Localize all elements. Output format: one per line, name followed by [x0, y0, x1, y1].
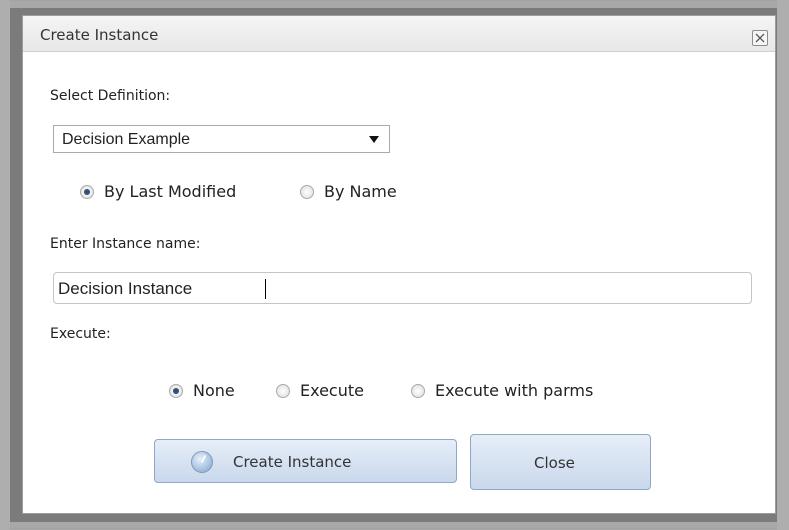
- instance-name-input[interactable]: Decision Instance: [53, 272, 752, 304]
- sort-by-last-modified-option[interactable]: By Last Modified: [80, 182, 236, 201]
- instance-name-value: Decision Instance: [58, 279, 193, 298]
- text-caret: [265, 279, 266, 299]
- execute-none-option[interactable]: None: [169, 381, 235, 400]
- close-button[interactable]: Close: [470, 434, 651, 490]
- instance-name-label: Enter Instance name:: [50, 236, 201, 252]
- execute-label-text[interactable]: Execute: [300, 381, 364, 400]
- execute-option[interactable]: Execute: [276, 381, 364, 400]
- close-button-label: Close: [534, 454, 575, 472]
- create-instance-dialog-frame: Create Instance Select Definition: Decis…: [10, 8, 777, 522]
- execute-with-parms-option[interactable]: Execute with parms: [411, 381, 593, 400]
- execute-none-label[interactable]: None: [193, 381, 235, 400]
- execute-with-parms-radio[interactable]: [411, 383, 425, 398]
- dialog-title: Create Instance: [40, 26, 159, 44]
- sort-by-last-modified-label[interactable]: By Last Modified: [104, 182, 236, 201]
- clock-icon: [191, 451, 213, 473]
- sort-by-name-radio[interactable]: [300, 184, 314, 199]
- definition-select[interactable]: Decision Example: [53, 125, 390, 153]
- sort-by-name-label[interactable]: By Name: [324, 182, 397, 201]
- execute-none-radio[interactable]: [169, 383, 183, 398]
- sort-by-name-option[interactable]: By Name: [300, 182, 397, 201]
- select-definition-label: Select Definition:: [50, 88, 171, 104]
- create-instance-button[interactable]: Create Instance: [154, 439, 457, 483]
- create-instance-button-label: Create Instance: [233, 453, 352, 471]
- execute-radio[interactable]: [276, 383, 290, 398]
- dialog-titlebar: Create Instance: [23, 16, 775, 52]
- close-icon[interactable]: [752, 30, 768, 46]
- create-instance-dialog: Create Instance Select Definition: Decis…: [22, 15, 776, 514]
- execute-label: Execute:: [50, 326, 111, 342]
- sort-by-last-modified-radio[interactable]: [80, 184, 94, 199]
- execute-with-parms-label[interactable]: Execute with parms: [435, 381, 593, 400]
- definition-select-value: Decision Example: [62, 131, 191, 148]
- chevron-down-icon: [369, 136, 379, 143]
